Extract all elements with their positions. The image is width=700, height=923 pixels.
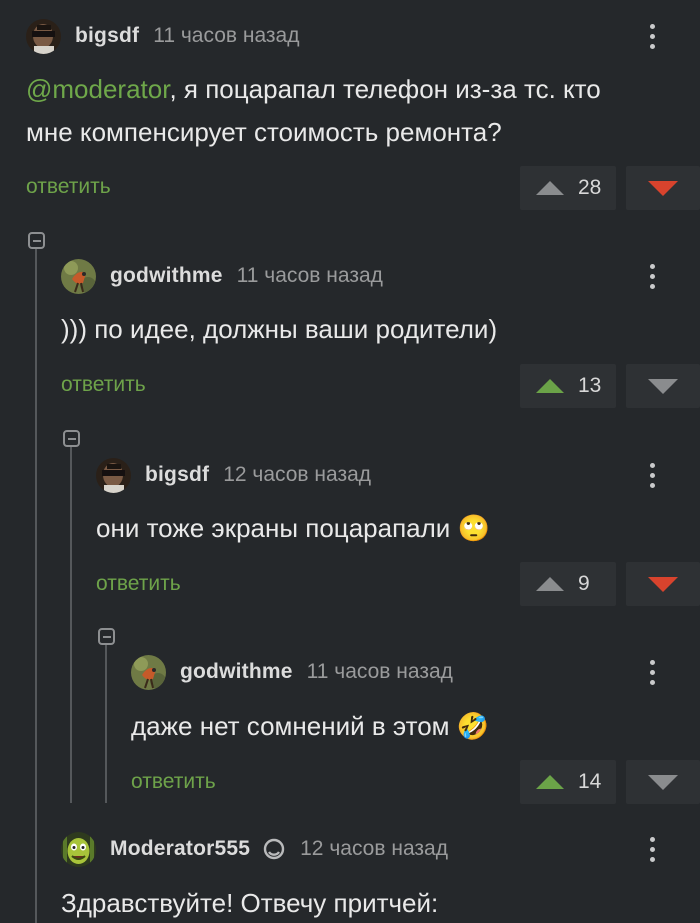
username[interactable]: godwithme <box>110 264 223 288</box>
upvote-group: 9 <box>520 562 616 606</box>
timestamp: 11 часов назад <box>153 24 300 47</box>
vote-count: 14 <box>578 770 602 793</box>
reply-button[interactable]: ответить <box>61 373 146 397</box>
more-options-icon[interactable] <box>642 455 662 495</box>
downvote-button[interactable] <box>626 166 700 210</box>
upvote-group: 28 <box>520 166 616 210</box>
comment-header: bigsdf 11 часов назад <box>26 18 299 54</box>
moderator-badge-icon <box>262 837 286 861</box>
upvote-icon[interactable] <box>536 577 564 591</box>
reply-button[interactable]: ответить <box>131 770 216 794</box>
vote-count: 28 <box>578 176 602 199</box>
collapse-thread-button[interactable] <box>63 430 80 447</box>
thread-line[interactable] <box>105 645 107 803</box>
collapse-thread-button[interactable] <box>98 628 115 645</box>
thread-line[interactable] <box>35 249 37 923</box>
upvote-group: 14 <box>520 760 616 804</box>
timestamp: 12 часов назад <box>223 463 372 486</box>
comment-header: bigsdf 12 часов назад <box>96 457 371 493</box>
username[interactable]: bigsdf <box>145 463 209 487</box>
username[interactable]: bigsdf <box>75 24 139 48</box>
vote-count: 13 <box>578 374 602 397</box>
reply-button[interactable]: ответить <box>26 175 111 199</box>
comment-text: они тоже экраны поцарапали 🙄 <box>96 507 660 550</box>
comment-header: Moderator555 12 часов назад <box>61 831 448 867</box>
username[interactable]: Moderator555 <box>110 837 250 861</box>
comment-text: даже нет сомнений в этом 🤣 <box>131 705 660 748</box>
downvote-icon <box>648 378 678 394</box>
more-options-icon[interactable] <box>642 652 662 692</box>
upvote-group: 13 <box>520 364 616 408</box>
comment-text: Здравствуйте! Отвечу притчей: <box>61 888 439 918</box>
comment-body: даже нет сомнений в этом <box>131 711 450 741</box>
comments-thread: bigsdf 11 часов назад @moderator, я поца… <box>0 0 700 923</box>
vote-count: 9 <box>578 572 590 595</box>
avatar[interactable] <box>26 18 61 54</box>
collapse-thread-button[interactable] <box>28 232 45 249</box>
rofl-emoji-icon: 🤣 <box>456 711 490 741</box>
reply-button[interactable]: ответить <box>96 572 181 596</box>
more-options-icon[interactable] <box>642 829 662 869</box>
downvote-icon <box>648 774 678 790</box>
timestamp: 11 часов назад <box>306 660 453 683</box>
downvote-button[interactable] <box>626 364 700 408</box>
avatar[interactable] <box>61 258 96 294</box>
avatar[interactable] <box>131 654 166 690</box>
thread-line[interactable] <box>70 447 72 803</box>
comment-body: они тоже экраны поцарапали <box>96 513 451 543</box>
upvote-icon[interactable] <box>536 775 564 789</box>
avatar[interactable] <box>61 831 96 867</box>
more-options-icon[interactable] <box>642 256 662 296</box>
timestamp: 11 часов назад <box>236 264 383 287</box>
comment-header: godwithme 11 часов назад <box>61 258 383 294</box>
downvote-icon <box>648 180 678 196</box>
comment-header: godwithme 11 часов назад <box>131 654 453 690</box>
more-options-icon[interactable] <box>642 16 662 56</box>
upvote-icon[interactable] <box>536 181 564 195</box>
comment-text: @moderator, я поцарапал телефон из-за тс… <box>26 68 660 154</box>
username[interactable]: godwithme <box>180 660 293 684</box>
comment-text: ))) по идее, должны ваши родители) <box>61 314 498 344</box>
downvote-button[interactable] <box>626 562 700 606</box>
eye-roll-emoji-icon: 🙄 <box>457 513 490 543</box>
upvote-icon[interactable] <box>536 379 564 393</box>
mention-link[interactable]: @moderator <box>26 74 169 104</box>
avatar[interactable] <box>96 457 131 493</box>
downvote-icon <box>648 576 678 592</box>
downvote-button[interactable] <box>626 760 700 804</box>
timestamp: 12 часов назад <box>300 837 448 860</box>
